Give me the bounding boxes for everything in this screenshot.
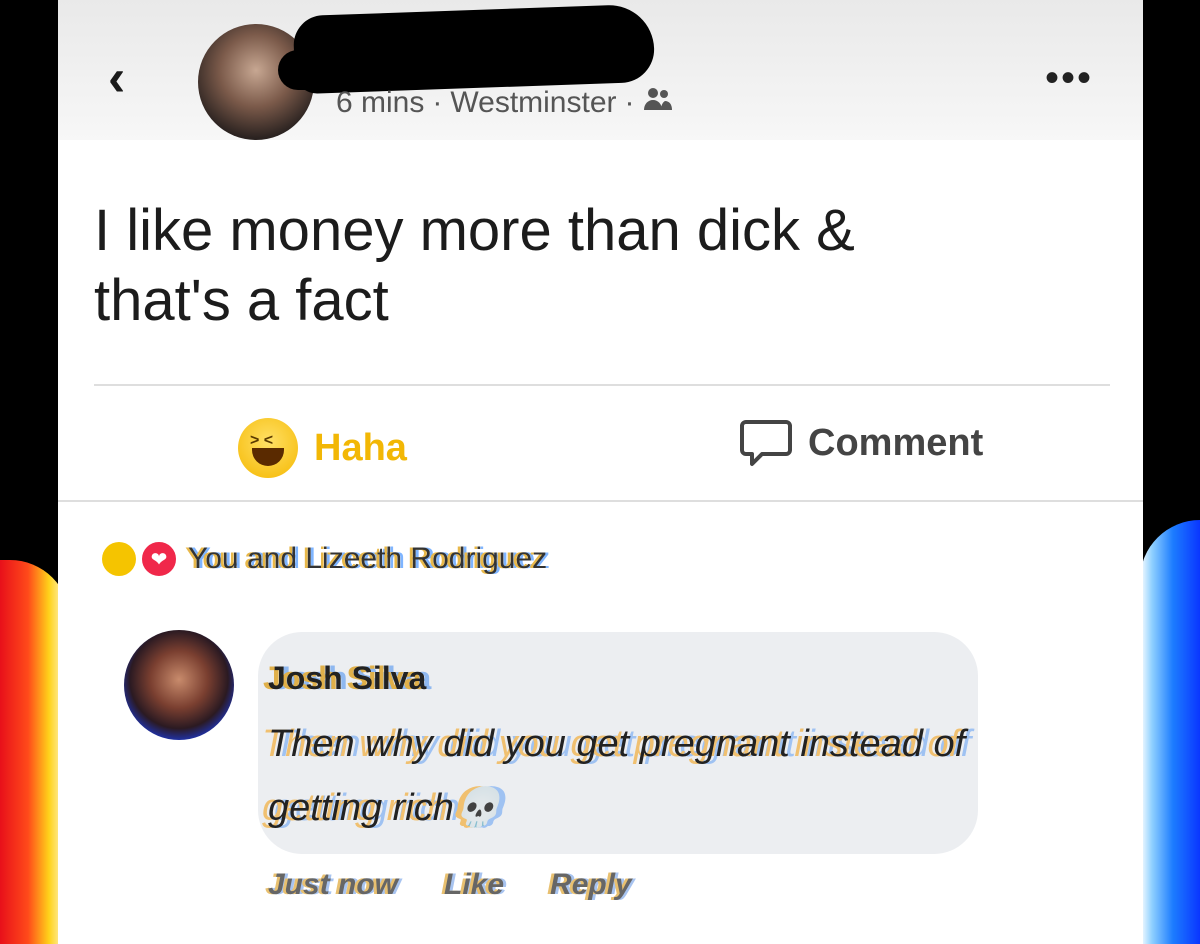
love-reaction-icon: ❤ — [140, 540, 178, 578]
divider-2 — [58, 500, 1143, 502]
post-time[interactable]: 6 mins — [336, 86, 424, 120]
chevron-left-icon[interactable]: ‹ — [108, 52, 125, 104]
comment-like-button[interactable]: Like — [444, 868, 504, 902]
haha-label: Haha — [314, 426, 407, 469]
friends-icon — [643, 86, 673, 120]
comment-label: Comment — [808, 421, 984, 464]
post-text: I like money more than dick & that's a f… — [94, 198, 855, 333]
post-header: ‹ 6 mins · Westminster · ••• — [58, 0, 1143, 140]
comment-actions: Just now Like Reply — [268, 868, 632, 902]
haha-icon: > < — [238, 418, 298, 478]
meta-separator-2: · — [624, 86, 635, 119]
post-screen: ‹ 6 mins · Westminster · ••• I like mone… — [58, 0, 1143, 944]
comment-author[interactable]: Josh Silva — [268, 660, 426, 697]
reactions-text: You and Lizeeth Rodriguez — [188, 542, 548, 575]
comment-reply-button[interactable]: Reply — [550, 868, 632, 902]
post-meta: 6 mins · Westminster · — [336, 86, 673, 120]
comment-time: Just now — [268, 868, 399, 901]
more-icon[interactable]: ••• — [1045, 58, 1093, 98]
meta-separator: · — [432, 86, 443, 119]
redacted-name-extra — [278, 50, 398, 90]
comment-avatar[interactable] — [124, 630, 234, 740]
comment-text: Then why did you get pregnant instead of… — [268, 723, 966, 829]
divider — [94, 384, 1110, 386]
right-color-glow — [1140, 520, 1200, 944]
haha-reaction-icon — [102, 542, 136, 576]
comment-button[interactable]: Comment — [740, 418, 983, 468]
reactions-summary[interactable]: ❤ You and Lizeeth Rodriguez — [102, 540, 547, 578]
haha-button[interactable]: > < Haha — [238, 418, 407, 478]
comment-icon — [740, 418, 792, 468]
post-location[interactable]: Westminster — [450, 86, 616, 120]
